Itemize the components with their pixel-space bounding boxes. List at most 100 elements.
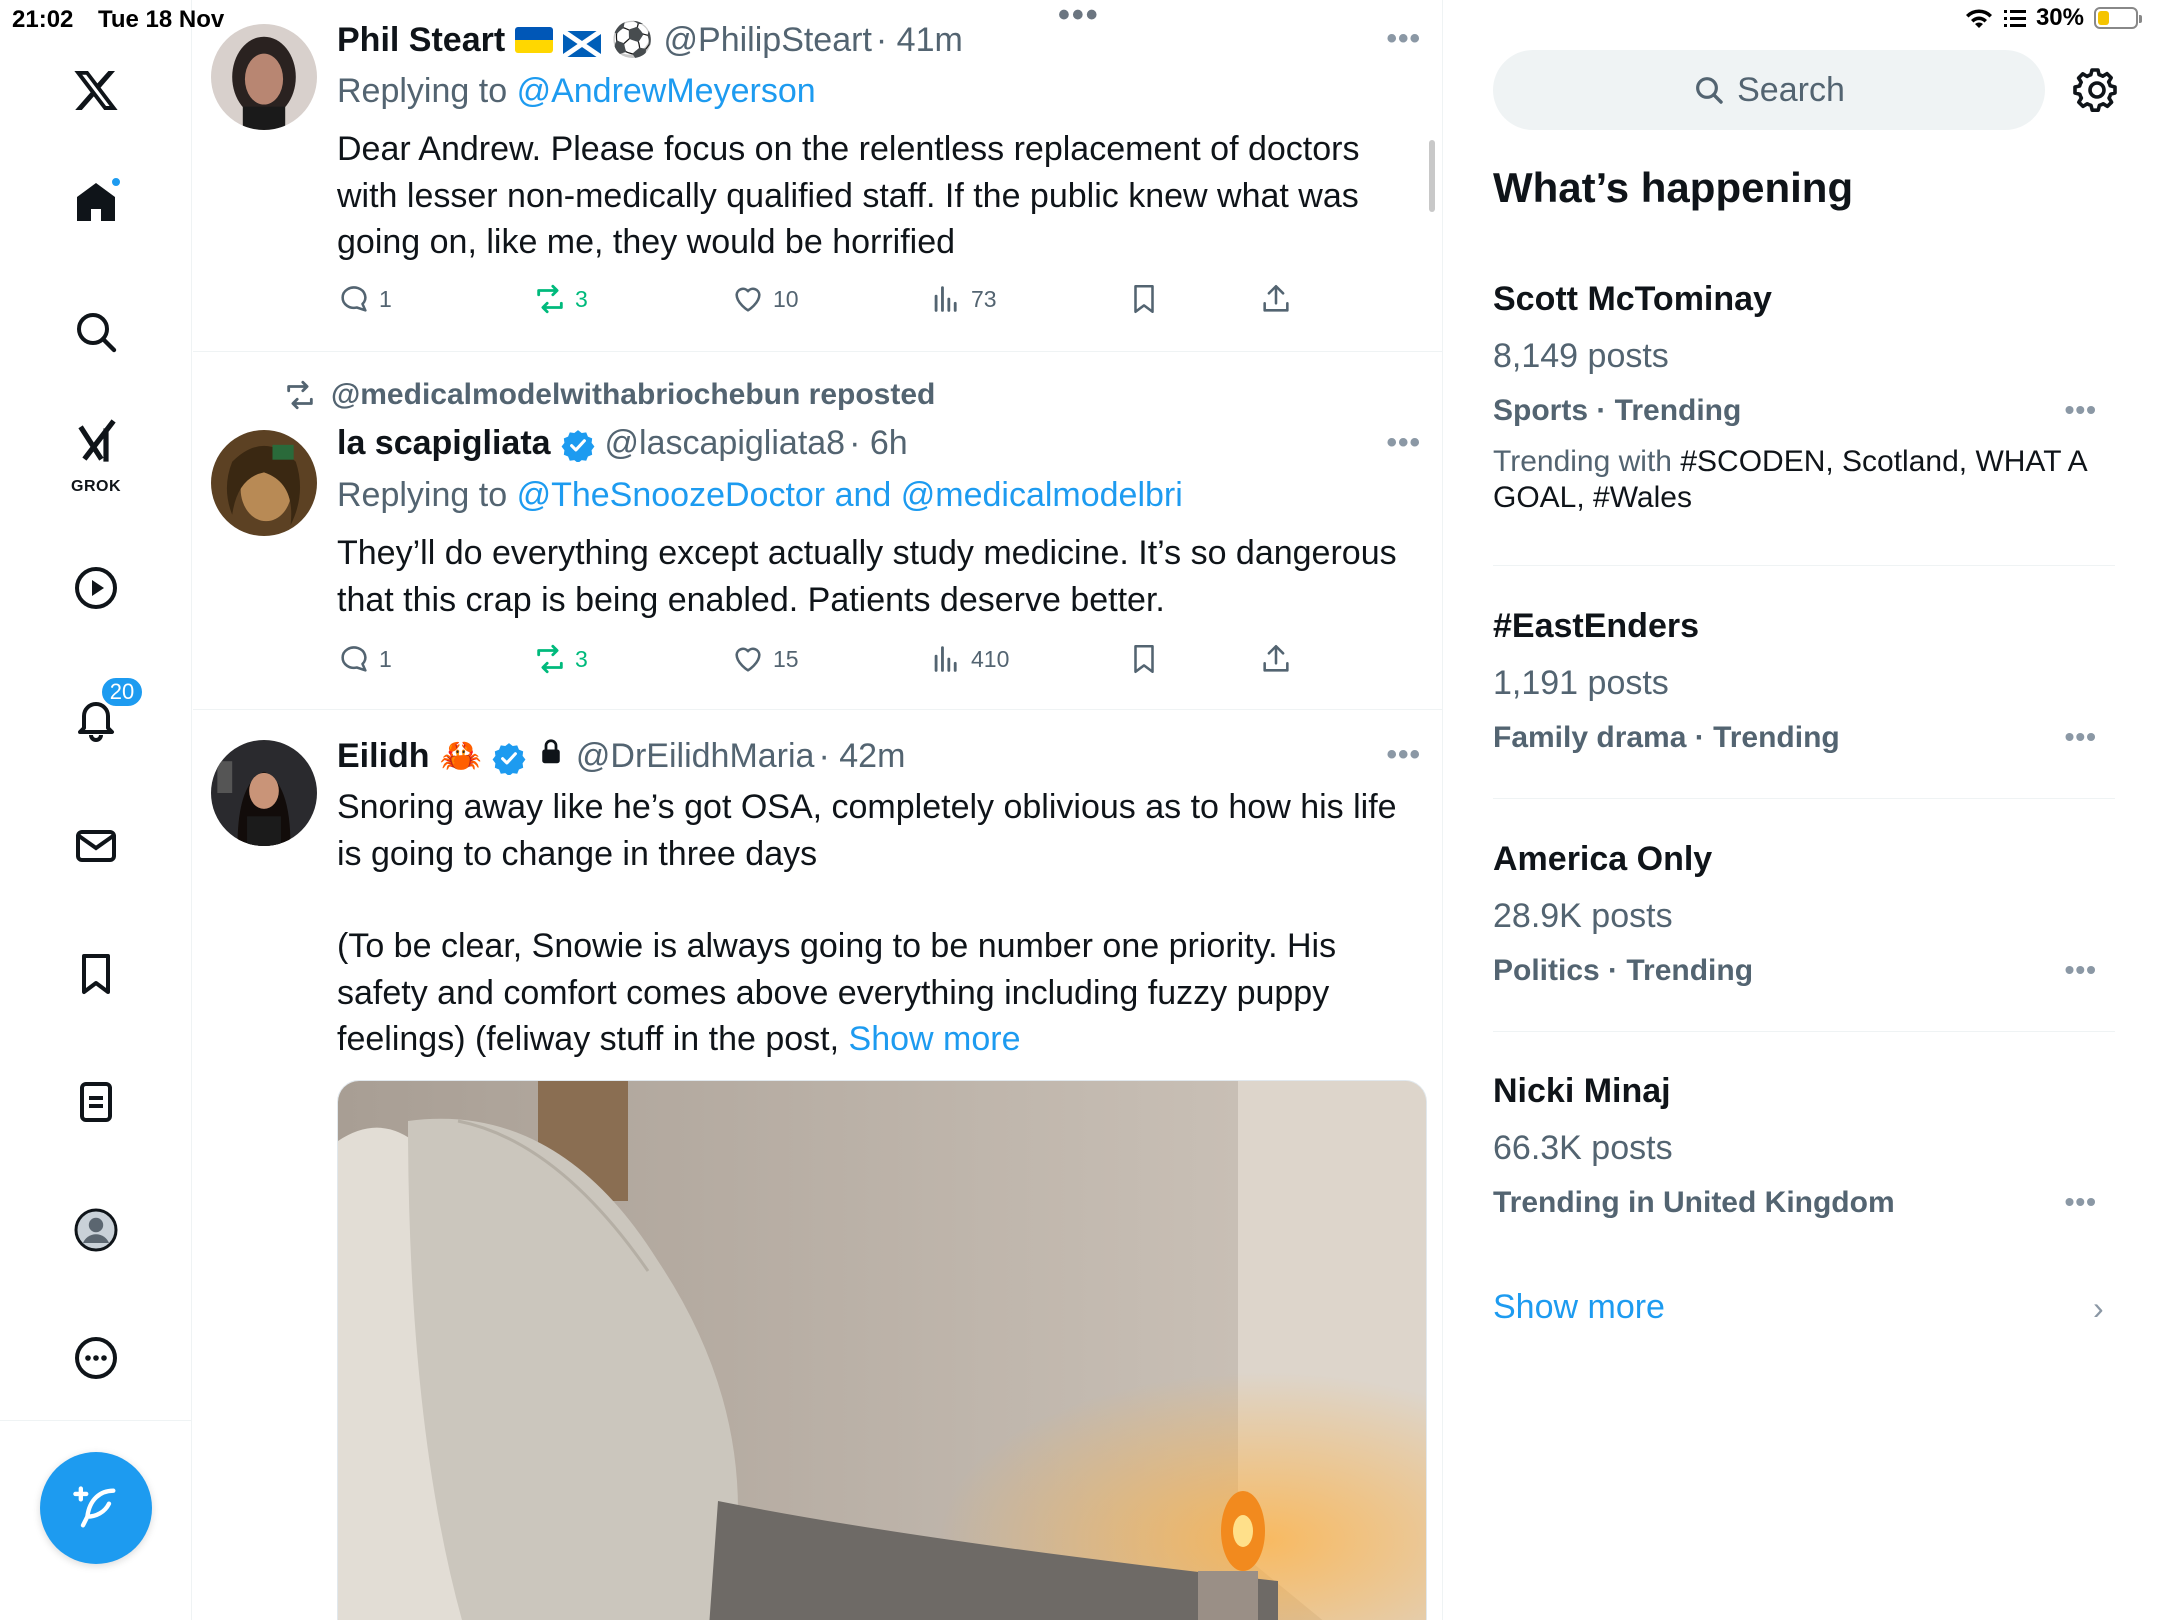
tweet-phil-steart[interactable]: Phil Steart ⚽ @PhilipSteart · 41m ••• Re… [193,0,1442,352]
tweet-paragraph: (To be clear, Snowie is always going to … [337,923,1397,1063]
grok-icon[interactable]: GROK [64,418,128,495]
replying-to: Replying to @AndrewMeyerson [337,72,816,111]
feather-plus-icon [73,1486,116,1528]
show-more-link[interactable]: Show more [849,1020,1021,1058]
repost-button[interactable]: 3 [533,642,588,676]
views-icon [934,286,957,312]
gear-icon[interactable] [2073,66,2121,114]
mail-icon[interactable] [64,814,128,878]
author-handle[interactable]: @DrEilidhMaria [576,737,815,776]
reply-button[interactable]: 1 [337,642,392,676]
avatar[interactable] [211,430,317,536]
status-date: Tue 18 Nov [98,6,225,33]
share-button[interactable] [1259,642,1293,676]
photo-dog-bed-icon [338,1081,1426,1620]
share-icon [1263,284,1289,312]
tweet-more-button[interactable]: ••• [1386,426,1421,460]
nav-divider [0,1420,192,1421]
verified-badge-icon [561,424,595,464]
replying-prefix: Replying to [337,476,508,514]
tweet-more-button[interactable]: ••• [1386,738,1421,772]
signal-list-icon [2003,10,2026,27]
x-logo-icon[interactable] [64,58,128,122]
chevron-right-icon: › [2093,1290,2104,1326]
like-button[interactable]: 15 [731,642,799,676]
trend-item[interactable]: Nicki Minaj 66.3K posts Trending in Unit… [1493,1072,2115,1262]
author-handle[interactable]: @lascapigliata8 [605,424,846,463]
repost-attribution: @medicalmodelwithabriochebun reposted [283,378,935,412]
battery-icon [2094,7,2142,29]
lists-icon[interactable] [64,1070,128,1134]
tweet-header: Eilidh 🦀 @DrEilidhMaria · 42m [337,736,905,776]
search-input[interactable]: Search [1493,50,2045,130]
compose-button[interactable] [40,1452,152,1564]
left-nav: GROK 20 [0,0,192,1620]
tweet-text: Dear Andrew. Please focus on the relentl… [337,130,1360,261]
reply-icon [341,286,367,312]
trend-name: #EastEnders [1493,607,1699,645]
heart-icon [735,287,761,312]
repost-button[interactable]: 3 [533,282,588,316]
trend-more-button[interactable]: ••• [2065,394,2097,426]
trend-category: Sports · Trending [1493,394,1742,427]
repost-count: 3 [575,645,588,672]
trend-category: Family drama · Trending [1493,721,1840,754]
profile-icon[interactable] [64,1198,128,1262]
bookmark-button[interactable] [1127,282,1161,316]
like-count: 10 [773,285,799,312]
show-more-trends-link[interactable]: Show more [1493,1288,1665,1327]
status-time: 21:02 [12,6,74,33]
author-name[interactable]: Eilidh [337,737,430,776]
more-icon[interactable] [64,1326,128,1390]
right-sidebar: Search What’s happening Scott McTominay … [1445,0,2160,1620]
views-count: 410 [971,645,1010,672]
bookmark-icon [1134,284,1154,314]
bell-icon[interactable]: 20 [64,676,144,750]
tweet-actions: 1 3 15 410 [337,642,1337,682]
trend-more-button[interactable]: ••• [2065,954,2097,986]
home-unread-dot [110,176,122,188]
repost-icon [537,284,563,314]
search-icon[interactable] [64,300,128,364]
reply-mention-link[interactable]: @AndrewMeyerson [517,72,816,110]
tweet-text: They’ll do everything except actually st… [337,534,1397,619]
tweet-eilidh[interactable]: Eilidh 🦀 @DrEilidhMaria · 42m ••• Snorin… [193,710,1442,1620]
status-indicators: 30% [1964,4,2142,32]
tweet-time: · 42m [818,736,906,775]
tweet-la-scapigliata[interactable]: @medicalmodelwithabriochebun reposted la… [193,352,1442,710]
like-button[interactable]: 10 [731,282,799,316]
trend-posts: 8,149 posts [1493,337,1669,375]
trend-item[interactable]: Scott McTominay 8,149 posts Sports · Tre… [1493,280,2115,566]
trend-more-button[interactable]: ••• [2065,1186,2097,1218]
lock-icon [536,737,566,776]
trend-item[interactable]: America Only 28.9K posts Politics · Tren… [1493,840,2115,1032]
reply-mention-link[interactable]: @TheSnoozeDoctor and @medicalmodelbri [517,476,1183,514]
share-button[interactable] [1259,282,1293,316]
tweet-media-image[interactable] [337,1080,1427,1620]
author-name[interactable]: la scapigliata [337,424,551,463]
trend-item[interactable]: #EastEnders 1,191 posts Family drama · T… [1493,607,2115,799]
repost-icon [287,380,313,410]
avatar[interactable] [211,740,317,846]
timeline-feed[interactable]: Phil Steart ⚽ @PhilipSteart · 41m ••• Re… [193,0,1443,1620]
home-icon[interactable] [64,170,128,234]
tweet-paragraph: Snoring away like he’s got OSA, complete… [337,788,1397,873]
reply-count: 1 [379,645,392,672]
repost-by[interactable]: @medicalmodelwithabriochebun reposted [331,378,935,412]
bookmark-button[interactable] [1127,642,1161,676]
views-button[interactable]: 410 [929,642,1009,676]
video-icon[interactable] [64,556,128,620]
views-button[interactable]: 73 [929,282,997,316]
grok-label: GROK [71,478,121,495]
trend-category: Trending in United Kingdom [1493,1186,1895,1219]
whats-happening-heading: What’s happening [1493,164,1854,211]
bookmark-icon[interactable] [64,942,128,1006]
trend-more-button[interactable]: ••• [2065,721,2097,753]
trend-name: America Only [1493,840,1713,878]
tweet-text: Snoring away like he’s got OSA, complete… [337,784,1397,1063]
trend-category: Politics · Trending [1493,954,1754,987]
reply-button[interactable]: 1 [337,282,392,316]
tweet-time: · 6h [849,424,908,462]
tweet-paragraph-text: (To be clear, Snowie is always going to … [337,927,1337,1058]
tweet-actions: 1 3 10 73 [337,282,1337,322]
